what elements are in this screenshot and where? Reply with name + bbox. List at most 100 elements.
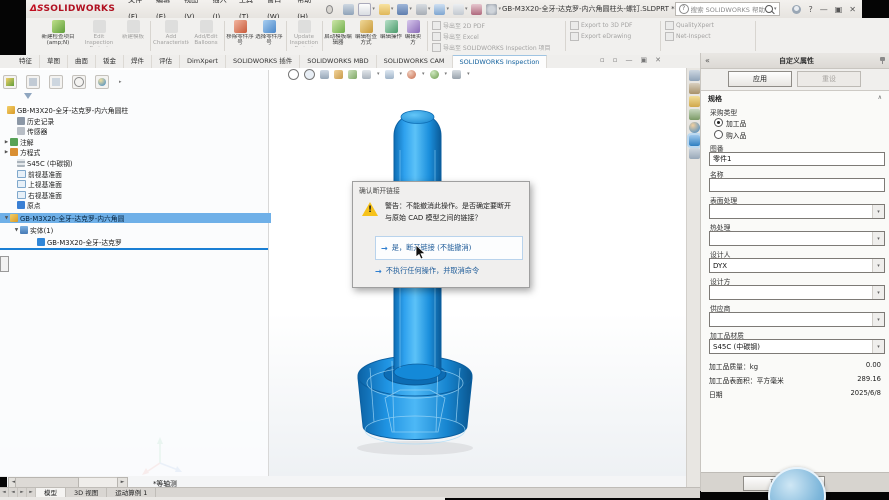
- expander-icon[interactable]: ▼: [13, 228, 20, 233]
- featuremanager-tab-icon[interactable]: [3, 75, 17, 89]
- tree-filter-icon[interactable]: [24, 93, 32, 99]
- appearances-icon[interactable]: [688, 122, 700, 133]
- hide-show-items-icon[interactable]: [384, 69, 394, 79]
- save-icon[interactable]: ▾: [396, 2, 413, 16]
- material-select[interactable]: S45C (中碳钢) ▾: [709, 339, 885, 354]
- select-balloons-button[interactable]: 选择零件序号: [255, 20, 283, 53]
- minimize-button[interactable]: —: [820, 5, 828, 14]
- tree-item-part-root[interactable]: GB-M3X20-全牙-达克罗-内六角圆柱: [0, 105, 268, 115]
- tab-weldments[interactable]: 焊件: [124, 55, 152, 68]
- tab-sheet-metal[interactable]: 钣金: [96, 55, 124, 68]
- tree-item-solid-bodies-folder[interactable]: ▼ 实体(1): [0, 225, 281, 235]
- file-explorer-icon[interactable]: [688, 96, 700, 107]
- collapse-panel-icon[interactable]: «: [701, 56, 714, 65]
- cancel-option[interactable]: → 不执行任何操作，并取消命令: [375, 266, 521, 276]
- radio-machined-part[interactable]: [714, 118, 723, 127]
- launch-template-editor-button[interactable]: 启动模板编辑器: [324, 20, 352, 53]
- previous-view-icon[interactable]: [320, 69, 329, 79]
- menu-pin-icon[interactable]: [326, 4, 334, 14]
- edit-inspection-methods-button[interactable]: 编辑检查方式: [353, 20, 379, 53]
- login-avatar-icon[interactable]: [792, 4, 802, 14]
- home-icon[interactable]: [342, 2, 355, 16]
- resources-home-icon[interactable]: [688, 70, 700, 81]
- edit-operations-button[interactable]: 编辑操作: [380, 20, 402, 53]
- edit-appearance-icon[interactable]: [407, 69, 417, 79]
- tree-item-equations[interactable]: ▶ 方程式: [0, 147, 271, 157]
- tree-item-origin[interactable]: 原点: [0, 200, 278, 210]
- view-settings-icon[interactable]: [452, 69, 462, 79]
- search-icon[interactable]: [764, 5, 773, 13]
- tree-item-front-plane[interactable]: 前视基准面: [0, 169, 278, 179]
- tree-item-right-plane[interactable]: 右视基准面: [0, 190, 278, 200]
- select-icon[interactable]: ▾: [452, 2, 469, 16]
- edit-vendors-button[interactable]: 编辑卖方: [403, 20, 423, 53]
- zoom-to-area-icon[interactable]: [304, 68, 315, 80]
- zoom-to-fit-icon[interactable]: [288, 68, 299, 80]
- close-button[interactable]: ✕: [849, 5, 856, 14]
- help-search-box[interactable]: ? 搜索 SOLIDWORKS 帮助 ▾: [674, 2, 781, 16]
- supplier-select[interactable]: ▾: [709, 312, 885, 327]
- surface-treatment-select[interactable]: ▾: [709, 204, 885, 219]
- configurationmanager-tab-icon[interactable]: [49, 75, 63, 89]
- tab-surfaces[interactable]: 曲面: [68, 55, 96, 68]
- name-input[interactable]: [709, 178, 885, 192]
- doc-icon-b[interactable]: ▫: [613, 56, 618, 64]
- search-placeholder: 搜索 SOLIDWORKS 帮助: [690, 6, 765, 14]
- dimxpertmanager-tab-icon[interactable]: [72, 75, 86, 89]
- pin-panel-icon[interactable]: [879, 57, 886, 64]
- restore-button[interactable]: ▣: [835, 5, 843, 14]
- group-collapse-icon[interactable]: ∧: [878, 94, 882, 101]
- tree-item-annotations[interactable]: ▶ 注解: [0, 137, 271, 147]
- display-style-icon[interactable]: [362, 69, 371, 79]
- radio-purchased-part[interactable]: [714, 130, 723, 139]
- options-gear-icon[interactable]: ▾: [485, 2, 502, 16]
- expander-icon[interactable]: ▼: [3, 216, 10, 221]
- remove-balloons-button[interactable]: 移除零件序号: [226, 20, 254, 53]
- doc-close-button[interactable]: ✕: [655, 56, 661, 64]
- tree-item-top-plane[interactable]: 上视基准面: [0, 179, 278, 189]
- rebuild-icon[interactable]: [470, 2, 483, 16]
- expander-icon[interactable]: ▶: [3, 150, 10, 155]
- tab-features[interactable]: 特征: [12, 55, 40, 68]
- tree-tabs-overflow-icon[interactable]: ▸: [119, 79, 122, 85]
- section-view-icon[interactable]: [334, 69, 343, 79]
- tab-mbd[interactable]: SOLIDWORKS MBD: [300, 55, 377, 68]
- edit-inspection-project-button: Edit Inspection Project: [82, 20, 116, 53]
- tab-cam[interactable]: SOLIDWORKS CAM: [377, 55, 453, 68]
- open-document-icon[interactable]: ▾: [378, 2, 395, 16]
- design-library-icon[interactable]: [688, 83, 700, 94]
- propertymanager-tab-icon[interactable]: [26, 75, 40, 89]
- measure-icon[interactable]: [348, 69, 357, 79]
- tab-evaluate[interactable]: 评估: [152, 55, 180, 68]
- drawing-number-input[interactable]: [709, 152, 885, 166]
- break-link-option[interactable]: → 是，断开链接 (不能撤消): [375, 236, 523, 260]
- tree-item-sensors[interactable]: 传感器: [0, 126, 278, 136]
- view-palette-icon[interactable]: [688, 109, 700, 120]
- print-icon[interactable]: ▾: [415, 2, 432, 16]
- apply-button[interactable]: 应用: [728, 71, 792, 87]
- forum-icon[interactable]: [688, 148, 700, 159]
- design-party-select[interactable]: ▾: [709, 285, 885, 300]
- new-inspection-project-button[interactable]: 新建检查项目 (amp;N): [40, 20, 76, 53]
- tree-item-history[interactable]: 历史记录: [0, 116, 278, 126]
- custom-properties-tab-icon[interactable]: [686, 133, 702, 148]
- apply-scene-icon[interactable]: [429, 69, 439, 79]
- tab-addins[interactable]: SOLIDWORKS 插件: [226, 55, 301, 68]
- help-button[interactable]: ?: [808, 5, 812, 14]
- panel-splitter-handle[interactable]: [0, 256, 9, 272]
- doc-minimize-button[interactable]: —: [626, 56, 633, 64]
- tree-item-material[interactable]: S45C (中碳钢): [0, 158, 278, 168]
- doc-restore-button[interactable]: ▣: [641, 56, 648, 64]
- tree-item-imported-part-selected[interactable]: ▼ GB-M3X20-全牙-达克罗-内六角圆: [0, 213, 271, 223]
- tree-item-solid-body[interactable]: GB-M3X20-全牙-达克罗: [0, 237, 298, 247]
- heat-treatment-select[interactable]: ▾: [709, 231, 885, 246]
- expander-icon[interactable]: ▶: [3, 140, 10, 145]
- tab-sketch[interactable]: 草图: [40, 55, 68, 68]
- tab-inspection[interactable]: SOLIDWORKS Inspection: [452, 55, 548, 68]
- designer-select[interactable]: DYX ▾: [709, 258, 885, 273]
- tab-dimxpert[interactable]: DimXpert: [180, 55, 226, 68]
- doc-icon-a[interactable]: ▫: [600, 56, 605, 64]
- displaymanager-tab-icon[interactable]: [95, 75, 109, 89]
- new-document-icon[interactable]: ▾: [357, 2, 376, 16]
- undo-icon[interactable]: ▾: [433, 2, 450, 16]
